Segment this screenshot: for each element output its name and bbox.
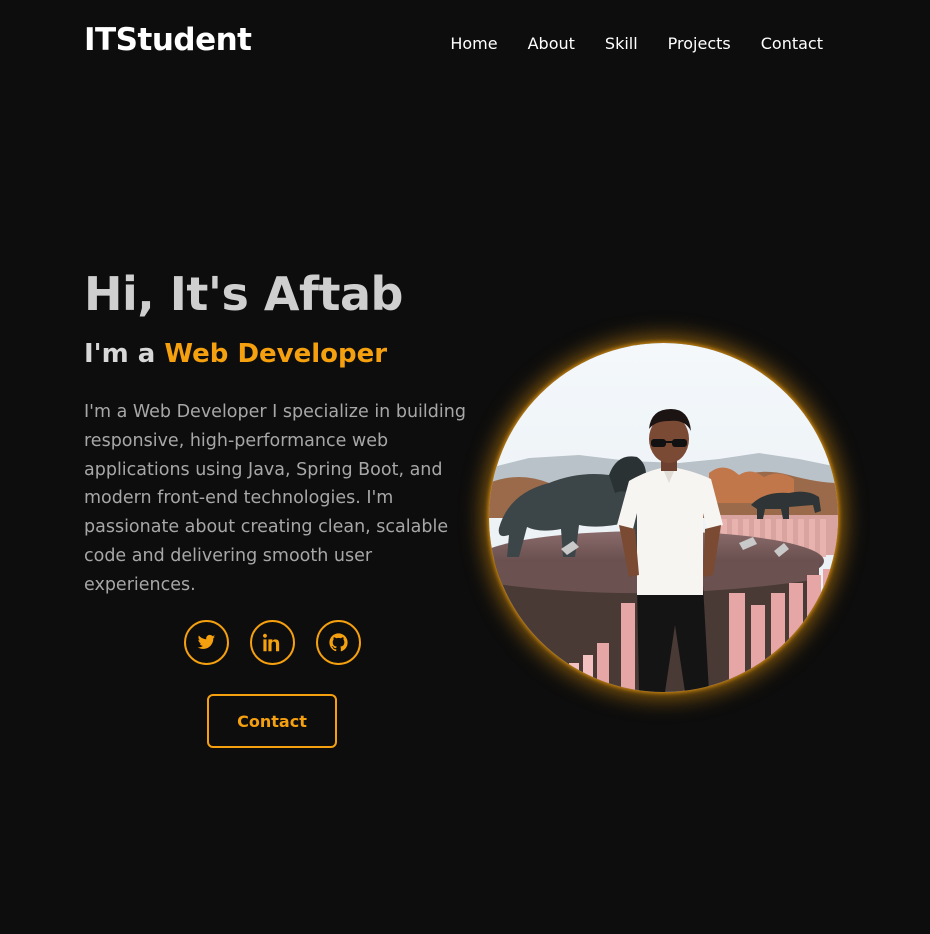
hero-description: I'm a Web Developer I specialize in buil… [84,402,466,595]
hero-role: Web Developer [164,339,388,369]
nav-link-skill[interactable]: Skill [605,34,638,53]
github-link[interactable] [316,620,361,665]
nav-link-projects[interactable]: Projects [668,34,731,53]
nav-link-contact[interactable]: Contact [761,34,823,53]
hero-role-line: I'm a Web Developer [84,339,387,369]
profile-photo-image [489,343,838,692]
main-nav: Home About Skill Projects Contact [450,34,823,53]
site-logo[interactable]: ITStudent [84,22,252,58]
hero-role-prefix: I'm a [84,339,156,369]
linkedin-icon [263,633,280,652]
profile-photo [489,343,838,692]
twitter-link[interactable] [184,620,229,665]
github-icon [329,633,348,652]
twitter-icon [197,634,216,649]
page: ITStudent Home About Skill Projects Cont… [0,0,930,934]
hero-greeting: Hi, It's Aftab [84,267,403,321]
social-links [184,620,361,665]
nav-link-about[interactable]: About [528,34,575,53]
contact-button[interactable]: Contact [207,694,337,748]
nav-link-home[interactable]: Home [450,34,497,53]
linkedin-link[interactable] [250,620,295,665]
